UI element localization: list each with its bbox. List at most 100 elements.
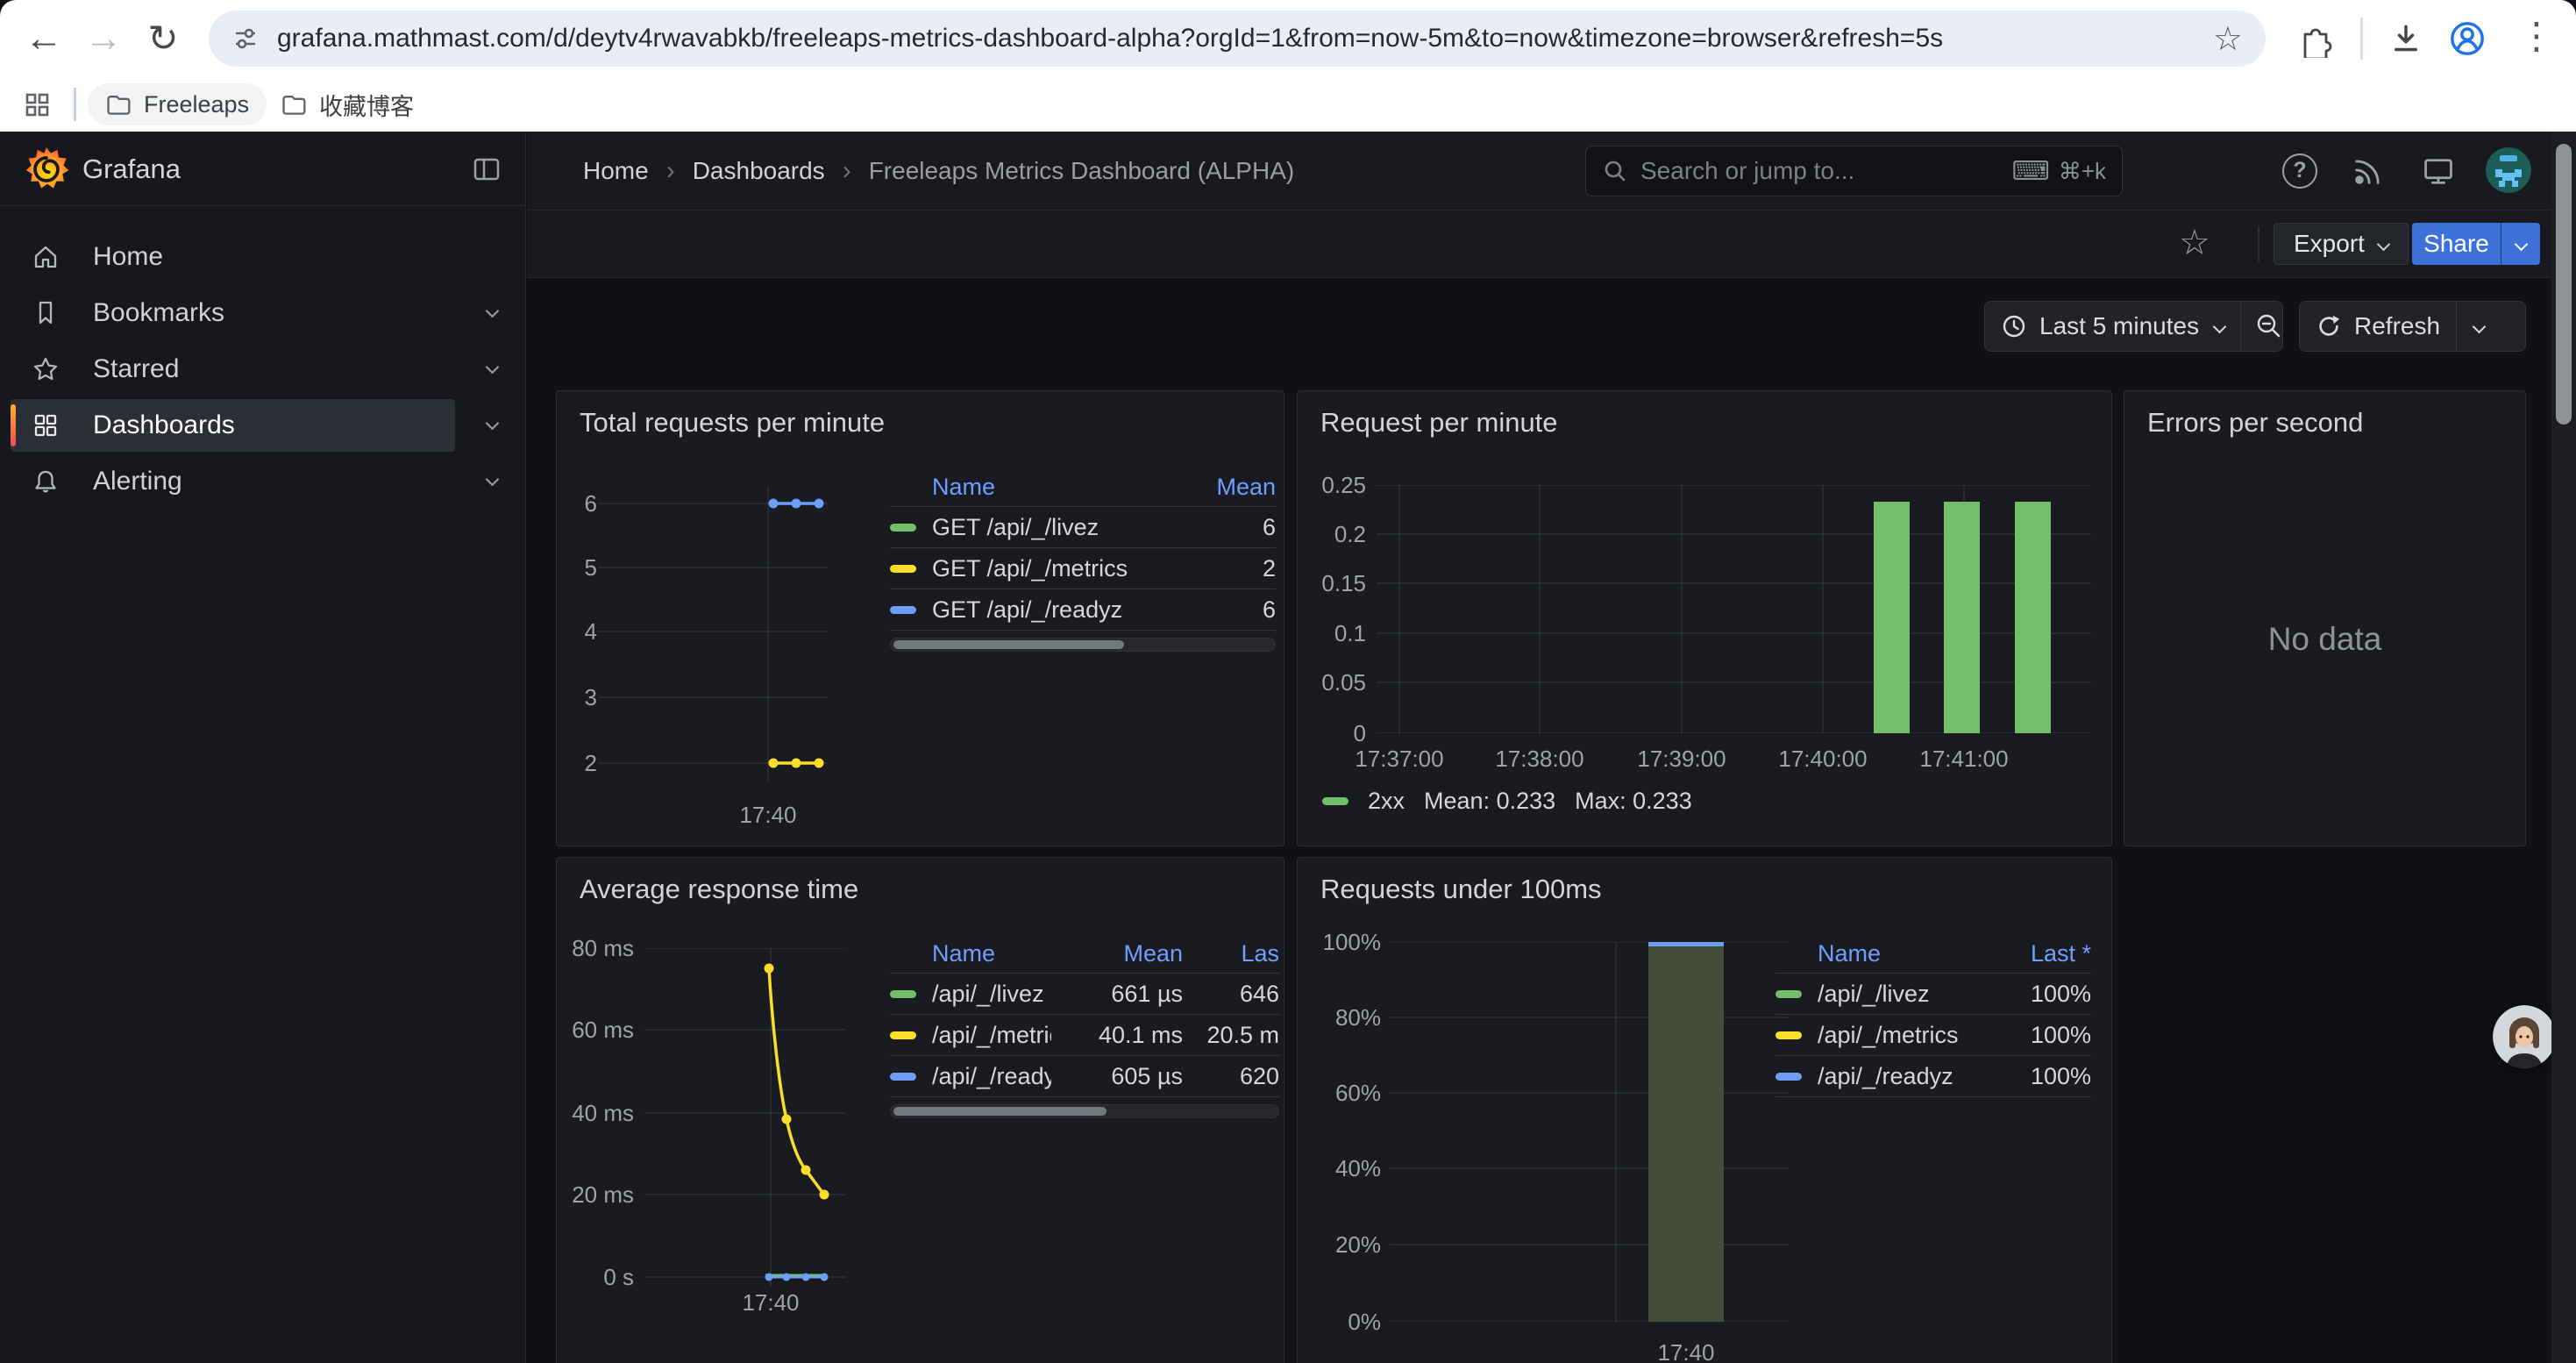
panel-title[interactable]: Total requests per minute [580, 407, 885, 439]
sidebar-item-dashboards[interactable]: Dashboards [0, 399, 525, 452]
legend-row[interactable]: /api/_/metrics 100% [1775, 1015, 2091, 1056]
browser-menu-icon[interactable]: ⋮ [2518, 14, 2555, 57]
breadcrumb-home[interactable]: Home [583, 157, 649, 185]
apps-grid-icon[interactable] [23, 90, 53, 120]
bookmark-star-icon[interactable]: ☆ [2213, 19, 2243, 59]
y-tick-label: 60% [1306, 1080, 1381, 1106]
series-color-pill [1322, 797, 1348, 805]
bar-2xx [1874, 502, 1910, 733]
reload-icon[interactable]: ↻ [139, 14, 188, 63]
refresh-icon [2316, 313, 2342, 339]
url-bar[interactable]: grafana.mathmast.com/d/deytv4rwavabkb/fr… [209, 11, 2266, 67]
refresh-button[interactable]: Refresh [2300, 302, 2456, 351]
legend-col-last[interactable]: Las [1183, 940, 1279, 967]
share-button[interactable]: Share [2412, 223, 2501, 265]
downloads-icon[interactable] [2388, 21, 2423, 56]
legend-row[interactable]: GET /api/_/readyz 6 [890, 589, 1276, 631]
chevron-down-icon[interactable] [486, 360, 500, 375]
chevron-down-icon [2377, 237, 2391, 251]
y-tick-label: 40 ms [564, 1100, 634, 1126]
share-split-button: Share [2412, 223, 2540, 265]
legend-header: Name Mean [890, 468, 1276, 507]
chevron-down-icon[interactable] [486, 473, 500, 487]
time-range-label: Last 5 minutes [2039, 312, 2199, 340]
series-color-pill [890, 990, 916, 998]
chevron-down-icon[interactable] [486, 417, 500, 431]
sidebar-item-starred[interactable]: Starred [0, 343, 525, 396]
legend-row[interactable]: /api/_/livez 100% [1775, 974, 2091, 1015]
dashboard-actions-bar: ☆ Export Share [527, 211, 2576, 278]
series-color-pill [890, 524, 916, 532]
bookmark-label: 收藏博客 [319, 88, 414, 122]
user-avatar[interactable] [2486, 147, 2531, 193]
chevron-down-icon[interactable] [486, 304, 500, 318]
rss-news-icon[interactable] [2351, 153, 2386, 189]
sidebar-item-bookmarks[interactable]: Bookmarks [0, 287, 525, 339]
legend-col-name[interactable]: Name [1775, 940, 1986, 967]
monitor-icon[interactable] [2421, 153, 2456, 189]
screen: ← → ↻ grafana.mathmast.com/d/deytv4rwava… [0, 0, 2576, 1363]
bookmark-folder-blogs[interactable]: 收藏博客 [263, 83, 431, 125]
url-text: grafana.mathmast.com/d/deytv4rwavabkb/fr… [277, 24, 2199, 54]
sidebar-collapse-icon[interactable] [472, 154, 502, 184]
actions-divider [2258, 226, 2259, 261]
legend-scrollbar[interactable] [890, 1104, 1279, 1118]
legend-row[interactable]: /api/_/livez 661 µs 646 [890, 974, 1279, 1015]
legend-row[interactable]: GET /api/_/livez 6 [890, 507, 1276, 548]
legend-col-name[interactable]: Name [890, 940, 1051, 967]
panel-title[interactable]: Average response time [580, 874, 858, 905]
back-icon[interactable]: ← [19, 14, 68, 63]
breadcrumb-separator: › [666, 156, 675, 186]
legend-col-name[interactable]: Name [890, 474, 1171, 501]
forward-icon[interactable]: → [79, 14, 128, 63]
x-tick-label: 17:41:00 [1889, 746, 2039, 772]
sidebar-item-home[interactable]: Home [0, 231, 525, 283]
sidebar-item-label: Home [93, 242, 163, 272]
legend-row[interactable]: GET /api/_/metrics 2 [890, 548, 1276, 589]
breadcrumb-dashboards[interactable]: Dashboards [693, 157, 825, 185]
bookmark-folder-freeleaps[interactable]: Freeleaps [88, 83, 267, 125]
series-color-pill [1775, 1031, 1802, 1039]
time-range-picker[interactable]: Last 5 minutes [1985, 302, 2240, 351]
search-input[interactable]: Search or jump to... ⌨ ⌘+k [1585, 146, 2123, 196]
x-tick-label: 17:37:00 [1325, 746, 1474, 772]
extensions-icon[interactable] [2295, 21, 2332, 58]
sidebar-item-label: Bookmarks [93, 298, 224, 328]
legend-table: Name Last * /api/_/livez 100% /api/_/met… [1775, 935, 2091, 1097]
line-chart [598, 486, 828, 784]
legend-row[interactable]: /api/_/readyz 100% [1775, 1056, 2091, 1097]
grafana-app: Grafana Home [0, 132, 2576, 1363]
legend-col-last[interactable]: Last * [1986, 940, 2091, 967]
favorite-star-icon[interactable]: ☆ [2179, 223, 2210, 263]
site-settings-icon[interactable] [231, 25, 260, 53]
profile-icon[interactable] [2448, 19, 2487, 58]
legend-max: Max: 0.233 [1575, 788, 1692, 815]
legend[interactable]: 2xx Mean: 0.233 Max: 0.233 [1322, 788, 1692, 815]
export-button[interactable]: Export [2274, 223, 2409, 265]
y-tick-label: 0.2 [1305, 521, 1366, 547]
assistant-avatar[interactable] [2493, 1005, 2556, 1068]
panel-title[interactable]: Errors per second [2147, 407, 2363, 439]
x-tick-label: 17:40 [689, 802, 847, 828]
legend-row[interactable]: /api/_/readyz 605 µs 620 [890, 1056, 1279, 1097]
legend-scrollbar[interactable] [890, 638, 1276, 652]
legend-col-mean[interactable]: Mean [1051, 940, 1183, 967]
breadcrumb: Home › Dashboards › Freeleaps Metrics Da… [583, 132, 1294, 211]
scrollbar-thumb[interactable] [2556, 144, 2572, 425]
legend-col-mean[interactable]: Mean [1171, 474, 1276, 501]
refresh-interval-dropdown[interactable] [2456, 302, 2498, 351]
sidebar-item-alerting[interactable]: Alerting [0, 455, 525, 508]
page-scrollbar[interactable] [2551, 132, 2576, 1363]
y-tick-label: 3 [564, 684, 597, 710]
legend-row[interactable]: /api/_/metrics 40.1 ms 20.5 m [890, 1015, 1279, 1056]
legend-header: Name Last * [1775, 935, 2091, 974]
zoom-out-button[interactable] [2240, 302, 2297, 351]
help-icon[interactable]: ? [2282, 153, 2317, 189]
panel-title[interactable]: Requests under 100ms [1320, 874, 1602, 905]
panel-title[interactable]: Request per minute [1320, 407, 1558, 439]
series-color-pill [890, 565, 916, 573]
grafana-logo[interactable] [23, 146, 70, 193]
folder-icon [105, 92, 132, 117]
no-data-message: No data [2124, 621, 2525, 658]
share-dropdown-button[interactable] [2501, 223, 2540, 265]
